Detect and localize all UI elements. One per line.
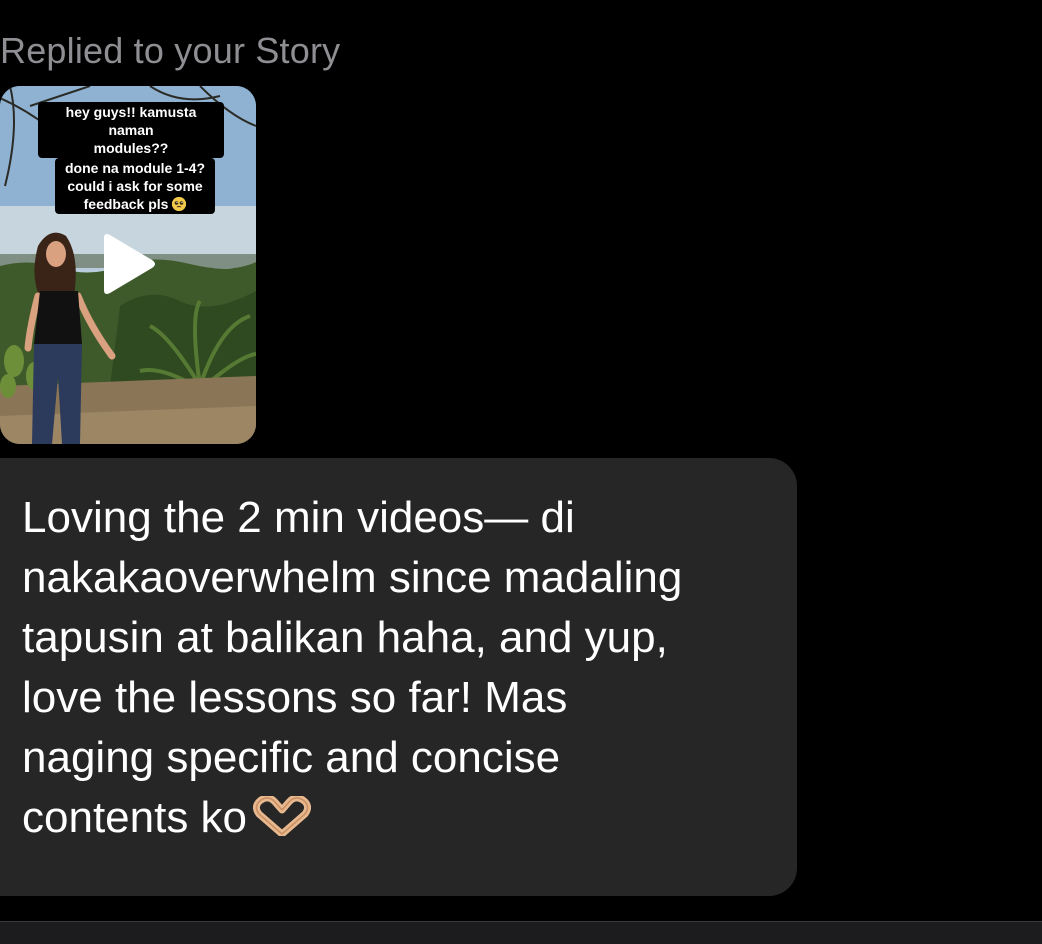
message-text: Loving the 2 min videos— di nakakaoverwh… [22,488,782,848]
composer-bar [0,921,1042,944]
message-body: Loving the 2 min videos— di nakakaoverwh… [22,493,683,842]
pleading-face-icon [172,197,187,211]
story-caption-top: hey guys!! kamusta naman modules?? [38,102,224,158]
reply-context-label: Replied to your Story [0,30,341,71]
story-thumbnail[interactable]: hey guys!! kamusta naman modules?? done … [0,86,256,444]
heart-hands-icon [253,796,312,836]
story-caption-bottom: done na module 1-4? could i ask for some… [55,158,215,214]
play-icon[interactable] [98,232,158,296]
